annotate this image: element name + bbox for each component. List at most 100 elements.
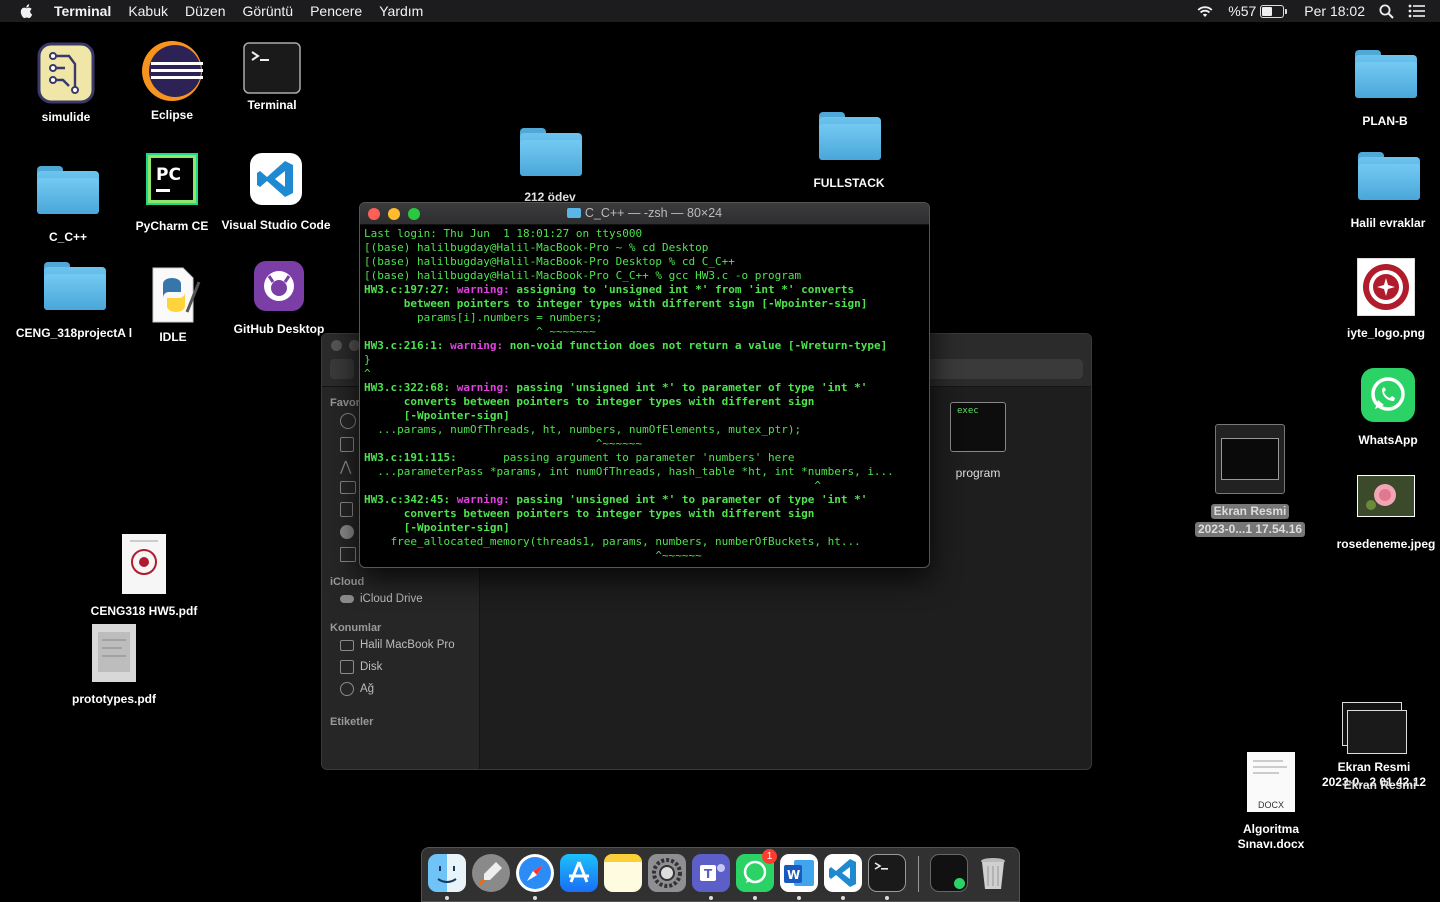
desktop-label-line1: Algoritma xyxy=(1242,822,1299,836)
recents-icon[interactable] xyxy=(340,437,354,452)
desktop-icon-whatsapp[interactable]: WhatsApp xyxy=(1328,367,1440,448)
terminal-line: [(base) halilbugday@Halil-MacBook-Pro De… xyxy=(364,255,925,269)
desktop-icon-plan-b-folder[interactable]: PLAN-B xyxy=(1325,50,1440,129)
terminal-titlebar[interactable]: C_C++ — -zsh — 80×24 xyxy=(360,203,929,225)
sidebar-item-icloud-drive[interactable]: iCloud Drive xyxy=(322,588,479,610)
desktop-icon-simulide[interactable]: simulide xyxy=(6,40,126,125)
dock-app-store[interactable] xyxy=(560,854,598,892)
terminal-line: HW3.c:197:27: warning: assigning to 'uns… xyxy=(364,283,925,297)
desktop-icon-212-odev-folder[interactable]: 212 ödev xyxy=(490,128,610,205)
desktop-icon-ceng318-hw5-pdf[interactable]: CENG318 HW5.pdf xyxy=(84,534,204,619)
menu-goruntu[interactable]: Görüntü xyxy=(242,3,293,19)
sidebar-section-tags: Etiketler xyxy=(330,716,374,728)
terminal-text: converts between pointers to integer typ… xyxy=(364,395,815,408)
desktop-icon-c-cpp-folder[interactable]: C_C++ xyxy=(8,166,128,245)
dock-trash[interactable] xyxy=(974,854,1012,892)
menu-yardim[interactable]: Yardım xyxy=(379,3,423,19)
sidebar-item-network[interactable]: Ağ xyxy=(322,678,479,700)
desktop-label: Halil evraklar xyxy=(1350,216,1426,230)
home-icon[interactable] xyxy=(340,547,356,562)
terminal-line: HW3.c:191:115: passing argument to param… xyxy=(364,451,925,465)
menu-kabuk[interactable]: Kabuk xyxy=(128,3,168,19)
sidebar-item-macbook[interactable]: Halil MacBook Pro xyxy=(322,634,479,656)
folder-icon xyxy=(1358,152,1420,200)
screenshot-stack-thumbnail xyxy=(1342,702,1407,754)
notification-badge: 1 xyxy=(762,849,777,864)
desktop-icon-iyte-logo[interactable]: iyte_logo.png xyxy=(1326,258,1440,341)
desktop-icon-ekran-resmi-stack[interactable]: Ekran Resmi 2023-0...2 01.42.12 Ekran Re… xyxy=(1314,702,1434,792)
terminal-window[interactable]: C_C++ — -zsh — 80×24 Last login: Thu Jun… xyxy=(359,202,930,568)
dock-safari[interactable] xyxy=(516,854,554,892)
applications-icon[interactable]: ⋀ xyxy=(340,459,354,473)
desktop-icon-fullstack-folder[interactable]: FULLSTACK xyxy=(789,112,909,191)
finder-file-program[interactable]: exec program xyxy=(938,402,1018,480)
spotlight-search-icon[interactable] xyxy=(1379,4,1394,19)
desktop-label: C_C++ xyxy=(48,230,88,244)
desktop-icon-pycharm[interactable]: PC PyCharm CE xyxy=(112,153,232,234)
dock-system-preferences[interactable] xyxy=(648,854,686,892)
terminal-text: [-Wpointer-sign] xyxy=(364,409,510,422)
menu-app-name[interactable]: Terminal xyxy=(54,3,111,19)
eclipse-app-icon xyxy=(142,41,203,101)
vscode-app-icon xyxy=(250,153,302,205)
terminal-text: } xyxy=(364,353,371,366)
terminal-line: free_allocated_memory(threads1, params, … xyxy=(364,535,925,549)
desktop-icon-idle[interactable]: IDLE xyxy=(113,262,233,345)
whatsapp-app-icon xyxy=(1361,368,1415,422)
desktop-label: PLAN-B xyxy=(1362,114,1408,128)
whatsapp-mini-icon xyxy=(954,878,965,889)
clock[interactable]: Per 18:02 xyxy=(1304,3,1365,19)
terminal-text: params[i].numbers = numbers; xyxy=(364,311,603,324)
desktop-icon-prototypes-pdf[interactable]: prototypes.pdf xyxy=(54,624,174,707)
battery-icon[interactable] xyxy=(1260,4,1288,18)
desktop-icon-rosedeneme[interactable]: rosedeneme.jpeg xyxy=(1326,475,1440,552)
running-indicator xyxy=(885,896,889,900)
desktop-icon-ekran-resmi-screenshot[interactable]: Ekran Resmi 2023-0...1 17.54.16 xyxy=(1190,424,1310,538)
airdrop-icon[interactable] xyxy=(340,413,356,429)
dock-teams[interactable]: T xyxy=(692,854,730,892)
dock-whatsapp[interactable]: 1 xyxy=(736,849,777,892)
rose-image-thumbnail xyxy=(1357,475,1415,517)
close-button[interactable] xyxy=(368,208,380,220)
menu-pencere[interactable]: Pencere xyxy=(310,3,362,19)
dock-vscode[interactable] xyxy=(824,854,862,892)
dock-finder[interactable] xyxy=(428,854,466,892)
terminal-line: converts between pointers to integer typ… xyxy=(364,395,925,409)
menu-duzen[interactable]: Düzen xyxy=(185,3,225,19)
terminal-output[interactable]: Last login: Thu Jun 1 18:01:27 on ttys00… xyxy=(360,225,929,565)
finder-back-button[interactable] xyxy=(330,359,354,379)
idle-python-icon xyxy=(152,267,201,323)
desktop-icon-github-desktop[interactable]: GitHub Desktop xyxy=(219,260,339,337)
docx-document-icon: DOCX xyxy=(1247,752,1295,812)
desktop-icon-vscode[interactable]: Visual Studio Code xyxy=(216,152,336,233)
zoom-button[interactable] xyxy=(408,208,420,220)
dock-word[interactable]: W xyxy=(780,854,818,892)
wifi-icon[interactable] xyxy=(1196,4,1214,18)
terminal-text: HW3.c:342:45: xyxy=(364,493,457,506)
finder-search-field[interactable] xyxy=(923,359,1083,379)
terminal-line: Last login: Thu Jun 1 18:01:27 on ttys00… xyxy=(364,227,925,241)
terminal-text: HW3.c:191:115: xyxy=(364,451,504,464)
desktop-icon-algoritma-sinavi-docx[interactable]: DOCX Algoritma Sınavı.docx xyxy=(1211,752,1331,852)
terminal-text: Last login: Thu Jun 1 18:01:27 on ttys00… xyxy=(364,227,643,240)
warning-keyword: warning: xyxy=(450,339,510,352)
finder-close-button[interactable] xyxy=(331,340,342,351)
documents-icon[interactable] xyxy=(340,502,353,517)
desktop-folder-icon[interactable] xyxy=(340,481,356,494)
desktop-label: FULLSTACK xyxy=(813,176,885,190)
terminal-text: ^ ~~~~~~~ xyxy=(364,325,596,338)
minimize-button[interactable] xyxy=(388,208,400,220)
dock-launchpad[interactable] xyxy=(472,854,510,892)
dock-terminal[interactable] xyxy=(868,854,906,892)
notification-center-icon[interactable] xyxy=(1408,4,1426,18)
github-desktop-app-icon xyxy=(254,261,304,311)
dock-notes[interactable] xyxy=(604,854,642,892)
desktop-icon-halil-evraklar-folder[interactable]: Halil evraklar xyxy=(1328,152,1440,231)
apple-menu-icon[interactable] xyxy=(18,2,36,20)
desktop-icon-terminal[interactable]: Terminal xyxy=(212,42,332,113)
downloads-icon[interactable] xyxy=(340,525,354,539)
terminal-text: ^ xyxy=(364,479,821,492)
dock-recent-screenshot[interactable] xyxy=(930,854,968,892)
terminal-icon xyxy=(874,862,888,870)
sidebar-item-disk[interactable]: Disk xyxy=(322,656,479,678)
